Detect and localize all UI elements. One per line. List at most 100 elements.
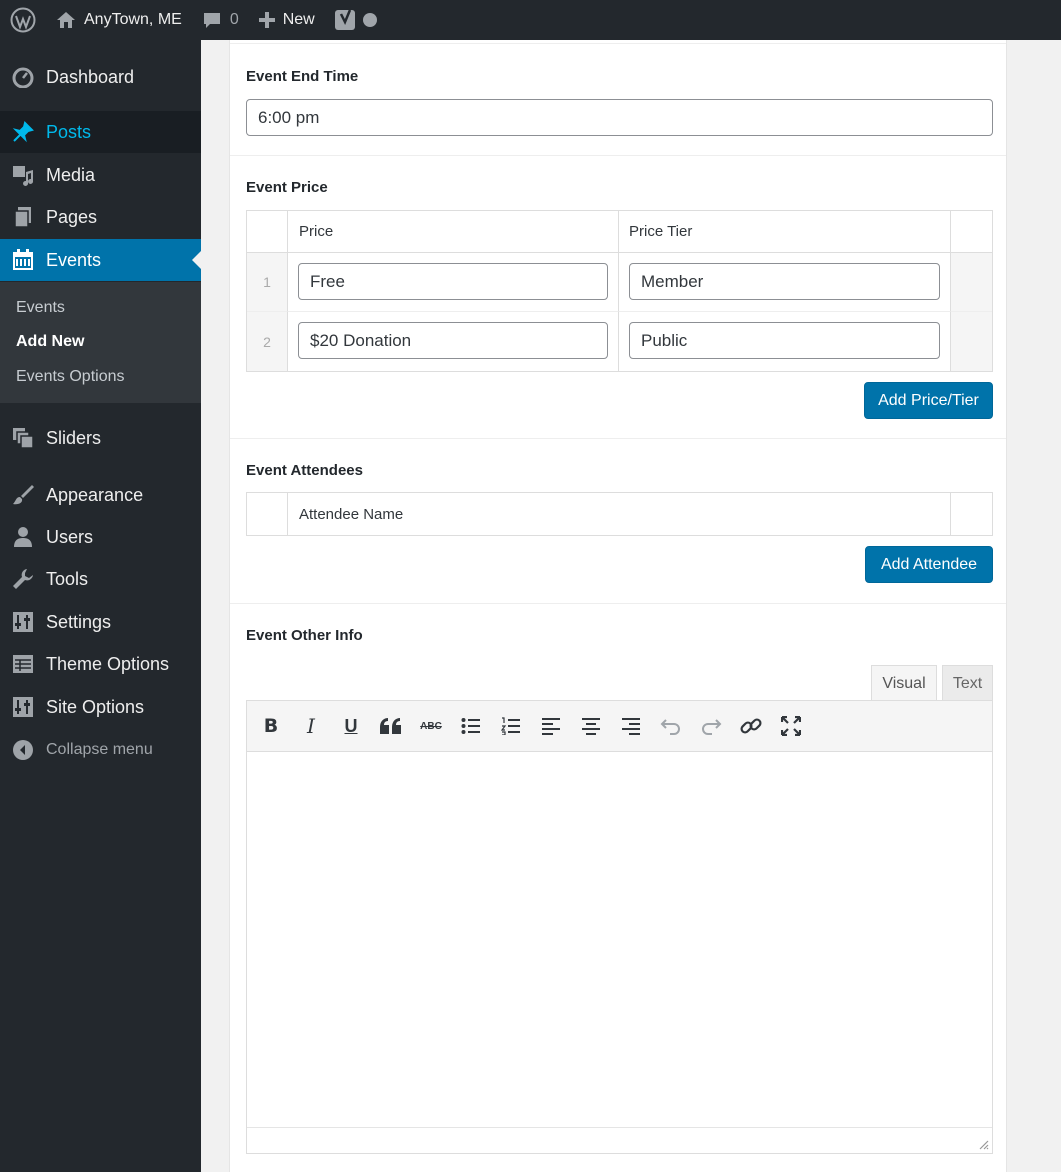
submenu-item-events[interactable]: Events [16, 299, 65, 317]
event-attendees-label: Event Attendees [246, 462, 363, 479]
sidebar-item-label: Appearance [46, 484, 144, 505]
column-header-price: Price [288, 211, 619, 253]
site-name-label: AnyTown, ME [84, 11, 182, 28]
sidebar-item-media[interactable]: Media [0, 154, 201, 196]
align-right-button[interactable] [618, 713, 644, 739]
sidebar-item-label: Users [46, 526, 94, 547]
event-end-time-input[interactable]: 6:00 pm [246, 99, 993, 136]
site-name-link[interactable]: AnyTown, ME [46, 0, 192, 40]
wordpress-logo-icon[interactable] [0, 0, 46, 40]
events-submenu: Events Add New Events Options [0, 282, 201, 403]
strikethrough-button[interactable]: ABC [418, 713, 444, 739]
italic-icon: I [307, 714, 315, 738]
strikethrough-icon: ABC [420, 720, 442, 732]
sliders-icon [0, 427, 46, 449]
add-price-tier-button[interactable]: Add Price/Tier [864, 382, 993, 419]
insert-link-button[interactable] [738, 713, 764, 739]
post-editor-content: Event End Time 6:00 pm Event Price Price… [229, 40, 1007, 1172]
submenu-item-add-new[interactable]: Add New [16, 333, 84, 351]
numbered-list-button[interactable] [498, 713, 524, 739]
row-remove-handle[interactable] [951, 312, 992, 371]
sidebar-item-settings[interactable]: Settings [0, 601, 201, 643]
sidebar-item-theme-options[interactable]: Theme Options [0, 643, 201, 685]
column-header-price-tier: Price Tier [619, 211, 951, 253]
editor-toolbar: B I U ABC [246, 700, 993, 752]
bulleted-list-button[interactable] [458, 713, 484, 739]
bold-icon: B [263, 715, 279, 737]
sidebar-item-dashboard[interactable]: Dashboard [0, 56, 201, 98]
sidebar-item-tools[interactable]: Tools [0, 558, 201, 600]
numbered-list-icon [501, 717, 520, 735]
price-tier-input[interactable]: Member [629, 263, 940, 300]
tab-visual[interactable]: Visual [871, 665, 937, 701]
italic-button[interactable]: I [298, 713, 324, 739]
blockquote-button[interactable] [378, 713, 404, 739]
sidebar-item-users[interactable]: Users [0, 516, 201, 558]
table-row: $20 Donation [288, 312, 619, 371]
sidebar-item-label: Media [46, 164, 96, 185]
sidebar-item-events[interactable]: Events [0, 239, 201, 281]
event-other-info-label: Event Other Info [246, 627, 363, 644]
undo-button[interactable] [658, 713, 684, 739]
comments-link[interactable]: 0 [192, 0, 249, 40]
collapse-arrow-icon [0, 739, 46, 761]
event-price-table: Price Price Tier 1 Free Member 2 $20 Don… [246, 210, 993, 372]
tab-text[interactable]: Text [942, 665, 993, 701]
sidebar-item-site-options[interactable]: Site Options [0, 686, 201, 728]
price-tier-input[interactable]: Public [629, 322, 940, 359]
sidebar-item-label: Posts [46, 121, 92, 142]
media-icon [0, 164, 46, 186]
table-corner-cell [951, 211, 992, 253]
add-attendee-button[interactable]: Add Attendee [865, 546, 993, 583]
align-center-button[interactable] [578, 713, 604, 739]
table-corner-cell [247, 211, 288, 253]
table-row: Public [619, 312, 951, 371]
sidebar-item-label: Site Options [46, 696, 145, 717]
sidebar-item-label: Events [46, 249, 102, 270]
fullscreen-button[interactable] [778, 713, 804, 739]
sidebar-item-pages[interactable]: Pages [0, 196, 201, 238]
underline-icon: U [344, 715, 358, 736]
row-number[interactable]: 2 [247, 312, 288, 371]
sidebar-item-appearance[interactable]: Appearance [0, 474, 201, 516]
collapse-menu-button[interactable]: Collapse menu [0, 729, 201, 771]
plus-icon [258, 12, 275, 28]
new-content-link[interactable]: New [249, 0, 325, 40]
align-left-button[interactable] [538, 713, 564, 739]
divider [230, 155, 1006, 156]
sidebar-item-posts[interactable]: Posts [0, 111, 201, 153]
calendar-icon [0, 249, 46, 271]
redo-icon [702, 719, 722, 735]
resize-handle-icon[interactable] [977, 1138, 989, 1150]
dashboard-icon [0, 66, 46, 88]
sidebar-item-sliders[interactable]: Sliders [0, 417, 201, 459]
bold-button[interactable]: B [258, 713, 284, 739]
sidebar-item-label: Pages [46, 206, 98, 227]
table-icon [0, 653, 46, 675]
pages-icon [0, 206, 46, 228]
table-row: Free [288, 253, 619, 312]
submenu-item-events-options[interactable]: Events Options [16, 368, 125, 386]
fullscreen-icon [781, 716, 801, 736]
sidebar-item-label: Dashboard [46, 66, 135, 87]
comments-count: 0 [229, 11, 239, 28]
row-number[interactable]: 1 [247, 253, 288, 312]
editor-textarea[interactable] [246, 752, 993, 1154]
quote-icon [380, 718, 401, 734]
yoast-seo-link[interactable] [325, 0, 387, 40]
row-remove-handle[interactable] [951, 253, 992, 312]
align-right-icon [622, 718, 640, 735]
price-input[interactable]: Free [298, 263, 608, 300]
price-input[interactable]: $20 Donation [298, 322, 608, 359]
undo-icon [660, 719, 680, 735]
user-icon [0, 526, 46, 548]
event-end-time-label: Event End Time [246, 68, 359, 85]
sidebar-item-label: Tools [46, 568, 89, 589]
settings-icon [0, 696, 46, 718]
collapse-menu-label: Collapse menu [46, 741, 153, 758]
admin-bar: AnyTown, ME 0 New [0, 0, 1061, 40]
seo-status-dot [362, 13, 377, 27]
underline-button[interactable]: U [338, 713, 364, 739]
sidebar-item-label: Settings [46, 611, 112, 632]
redo-button[interactable] [698, 713, 724, 739]
